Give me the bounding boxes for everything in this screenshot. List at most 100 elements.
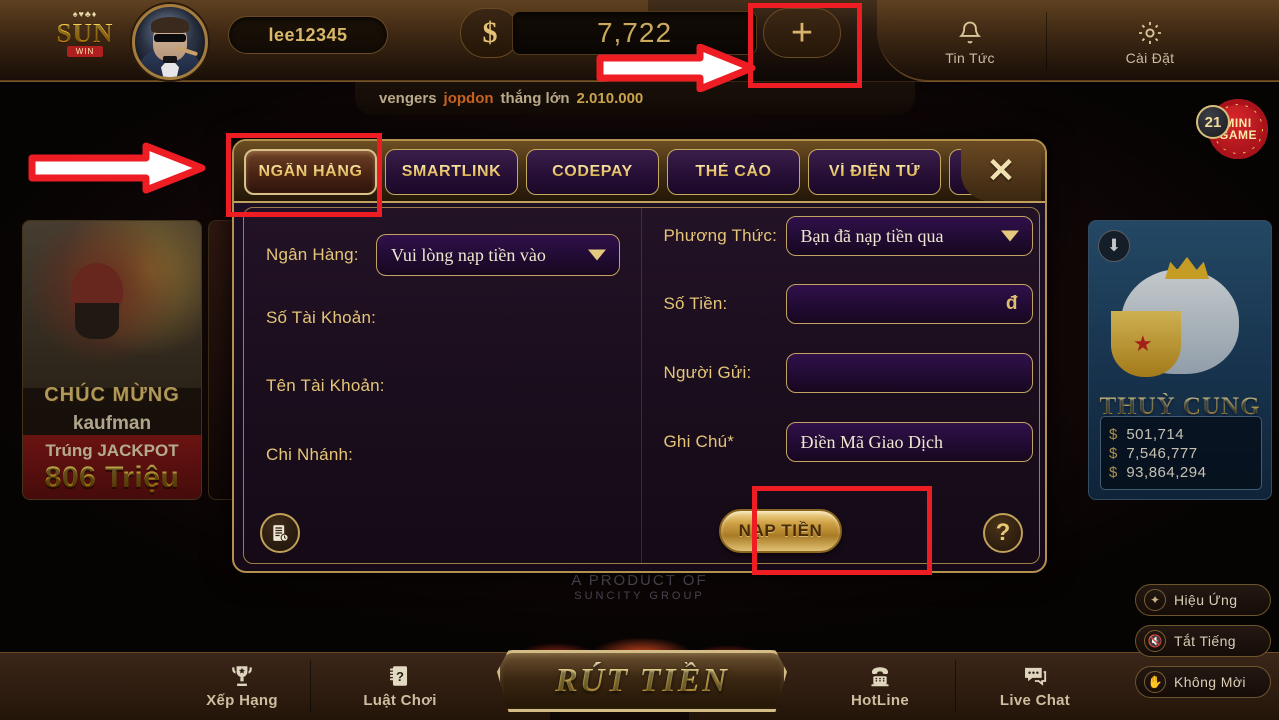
mute-icon: 🔇	[1144, 630, 1166, 652]
announcement-marquee: vengers jopdon thắng lớn 2.010.000	[355, 82, 915, 115]
footer-line2: SUNCITY GROUP	[574, 590, 705, 602]
logo-ribbon: WIN	[66, 45, 104, 57]
add-balance-button[interactable]: +	[763, 8, 841, 58]
field-row-so-tai-khoan: Số Tài Khoản:	[266, 308, 396, 328]
field-label: Người Gửi:	[663, 363, 752, 382]
trophy-icon	[228, 663, 256, 689]
rut-tien-label: RÚT TIỀN	[555, 662, 729, 699]
avatar[interactable]	[132, 4, 208, 80]
question-mark-icon[interactable]: ?	[983, 513, 1023, 553]
card-jackpot-panel: $ 501,714 $ 7,546,777 $ 93,864,294	[1100, 416, 1262, 490]
jackpot-symbol: $	[1109, 425, 1118, 443]
field-label: Số Tài Khoản:	[266, 308, 377, 327]
card-art-beard	[75, 303, 119, 339]
card-congrats: CHÚC MỪNG	[44, 384, 180, 406]
avatar-sunglasses-icon	[154, 34, 186, 42]
jackpot-value: 7,546,777	[1126, 444, 1198, 462]
tab-ngan-hang[interactable]: NGÂN HÀNG	[244, 149, 377, 195]
quick-button-label: Hiệu Ứng	[1174, 592, 1238, 608]
nap-tien-label: NẠP TIỀN	[738, 521, 823, 540]
nap-tien-button[interactable]: NẠP TIỀN	[719, 509, 842, 553]
bank-select[interactable]: Vui lòng nạp tiền vào	[376, 234, 620, 276]
svg-text:?: ?	[396, 669, 404, 684]
quick-settings-panel: ✦ Hiệu Ứng 🔇 Tắt Tiếng ✋ Không Mời	[1135, 584, 1271, 698]
jackpot-winner-card[interactable]: CHÚC MỪNG kaufman Trúng JACKPOT 806 Triệ…	[22, 220, 202, 500]
note-input-value: Điền Mã Giao Dịch	[800, 431, 943, 452]
tab-the-cao[interactable]: THẺ CÀO	[667, 149, 800, 195]
field-row-phuong-thuc: Phương Thức: Bạn đã nạp tiền qua	[664, 216, 1033, 256]
bottom-item-label: Xếp Hạng	[206, 692, 278, 709]
tab-codepay[interactable]: CODEPAY	[526, 149, 659, 195]
field-row-chi-nhanh: Chi Nhánh:	[266, 445, 396, 465]
modal-left-column: Ngân Hàng: Vui lòng nạp tiền vào Số Tài …	[244, 208, 642, 563]
bottom-item-label: HotLine	[851, 692, 909, 709]
balance-value: 7,722	[596, 17, 673, 48]
avatar-bowtie	[163, 56, 177, 63]
note-input[interactable]: Điền Mã Giao Dịch	[785, 422, 1033, 462]
modal-tab-bar: NGÂN HÀNG SMARTLINK CODEPAY THẺ CÀO VÍ Đ…	[234, 141, 1045, 203]
magic-wand-icon: ✦	[1144, 589, 1166, 611]
bottom-item-label: Live Chat	[999, 692, 1071, 709]
balance-display: 7,722	[512, 11, 757, 55]
bottom-item-ranking[interactable]: Xếp Hạng	[172, 658, 312, 714]
bottom-item-hotline[interactable]: HotLine	[810, 658, 950, 714]
deposit-modal: NGÂN HÀNG SMARTLINK CODEPAY THẺ CÀO VÍ Đ…	[232, 139, 1047, 573]
field-row-so-tien: Số Tiền: đ	[664, 284, 1033, 324]
tab-vi-dien-tu[interactable]: VÍ ĐIỆN TỬ	[808, 149, 941, 195]
bank-select-value: Vui lòng nạp tiền vào	[391, 244, 546, 265]
modal-right-column: Phương Thức: Bạn đã nạp tiền qua Số Tiền…	[642, 208, 1040, 563]
card-winner-name: kaufman	[72, 413, 152, 434]
game-card-thuy-cung[interactable]: ★ ⬇ THUỲ CUNG $ 501,714 $ 7,546,777 $ 93…	[1088, 220, 1272, 500]
sender-input[interactable]	[785, 353, 1033, 393]
amount-input[interactable]: đ	[785, 284, 1033, 324]
balance-group: $ 7,722 +	[460, 8, 850, 62]
method-select[interactable]: Bạn đã nạp tiền qua	[785, 216, 1033, 256]
modal-body: Ngân Hàng: Vui lòng nạp tiền vào Số Tài …	[243, 207, 1040, 564]
marquee-prefix: vengers	[379, 90, 437, 107]
rut-tien-button[interactable]: RÚT TIỀN	[497, 650, 787, 712]
field-label: Số Tiền:	[663, 294, 728, 313]
field-row-ten-tai-khoan: Tên Tài Khoản:	[266, 376, 416, 396]
bottom-divider	[955, 660, 956, 712]
bottom-item-live-chat[interactable]: Live Chat	[965, 658, 1105, 714]
bottom-item-label: Luật Chơi	[363, 692, 437, 709]
jackpot-row: $ 501,714	[1109, 426, 1253, 443]
username-display[interactable]: lee12345	[228, 16, 388, 54]
close-icon: ✕	[986, 152, 1016, 190]
chevron-down-icon	[588, 249, 606, 261]
product-footer: A PRODUCT OF SUNCITY GROUP	[0, 572, 1279, 602]
quick-no-invite-button[interactable]: ✋ Không Mời	[1135, 666, 1271, 698]
card-art-star: ★	[1133, 331, 1153, 356]
chat-bubble-icon	[1021, 663, 1049, 689]
header-item-settings[interactable]: Cài Đặt	[1080, 12, 1220, 72]
minigame-count-badge: 21	[1196, 105, 1230, 139]
close-modal-button[interactable]: ✕	[961, 141, 1041, 201]
download-icon[interactable]: ⬇	[1098, 230, 1130, 262]
dollar-icon: $	[460, 8, 520, 58]
quick-mute-button[interactable]: 🔇 Tắt Tiếng	[1135, 625, 1271, 657]
rut-tien-container: RÚT TIỀN	[489, 626, 795, 718]
annotation-arrow-to-ngan-hang-tab	[28, 142, 206, 194]
quick-button-label: Không Mời	[1174, 674, 1246, 690]
tab-smartlink[interactable]: SMARTLINK	[385, 149, 518, 195]
marquee-amount: 2.010.000	[576, 90, 644, 107]
field-row-ghi-chu: Ghi Chú* Điền Mã Giao Dịch	[664, 422, 1033, 462]
plus-icon: +	[790, 12, 814, 54]
jackpot-symbol: $	[1109, 463, 1118, 481]
jackpot-symbol: $	[1109, 444, 1118, 462]
app-logo[interactable]: ♠♥♣♦ SUN WIN	[42, 4, 128, 62]
game-lobby-screen: ♠♥♣♦ SUN WIN lee12345 $ 7,722 + Tin Tức …	[0, 0, 1279, 720]
username-label: lee12345	[268, 24, 348, 45]
header-item-news[interactable]: Tin Tức	[900, 12, 1040, 72]
field-row-ngan-hang: Ngân Hàng: Vui lòng nạp tiền vào	[266, 234, 620, 276]
marquee-username: jopdon	[443, 90, 494, 107]
currency-suffix: đ	[1005, 293, 1018, 314]
card-jackpot-text: Trúng JACKPOT	[45, 441, 179, 460]
quick-effects-button[interactable]: ✦ Hiệu Ứng	[1135, 584, 1271, 616]
chevron-down-icon	[1000, 230, 1019, 242]
history-document-icon[interactable]	[260, 513, 300, 553]
jackpot-value: 501,714	[1126, 425, 1185, 443]
minigame-badge[interactable]: MINI GAME 21	[1196, 99, 1268, 159]
bottom-item-rules[interactable]: ? Luật Chơi	[330, 658, 470, 714]
avatar-hair	[151, 17, 189, 33]
